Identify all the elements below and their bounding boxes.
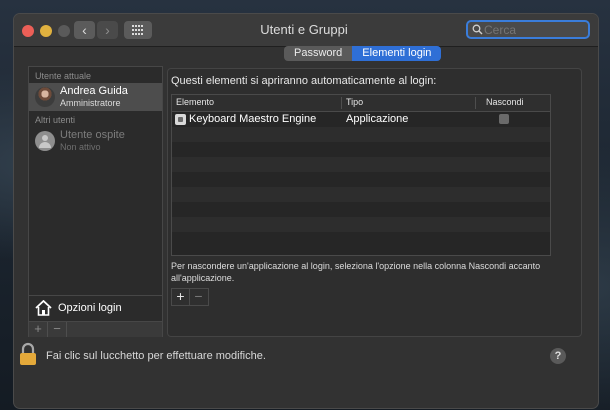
remove-login-item-button[interactable]: − (190, 289, 207, 305)
remove-user-button[interactable]: − (48, 322, 67, 337)
login-items-toolbar: + − (171, 288, 209, 306)
tab-login-items[interactable]: Elementi login (352, 46, 442, 61)
login-items-table: Elemento Tipo Nascondi Keyboard Maestro … (171, 94, 551, 256)
house-icon (35, 300, 52, 316)
add-login-item-button[interactable]: + (172, 289, 190, 305)
table-row[interactable]: Keyboard Maestro Engine Applicazione (172, 112, 550, 127)
table-header: Elemento Tipo Nascondi (172, 95, 550, 112)
user-name: Andrea Guida (60, 85, 128, 97)
current-user-header: Utente attuale (35, 71, 92, 81)
empty-row (172, 172, 550, 187)
user-row-guest[interactable]: Utente ospite Non attivo (29, 127, 162, 155)
column-header-item[interactable]: Elemento (176, 97, 214, 107)
item-name: Keyboard Maestro Engine (189, 113, 317, 125)
empty-row (172, 127, 550, 142)
avatar (35, 87, 55, 107)
grid-icon (132, 25, 143, 35)
lock-instructions: Fai clic sul lucchetto per effettuare mo… (46, 350, 266, 362)
empty-row (172, 232, 550, 247)
empty-row (172, 217, 550, 232)
tab-password[interactable]: Password (284, 46, 353, 61)
column-divider (341, 97, 342, 109)
help-button[interactable]: ? (550, 348, 566, 364)
item-type: Applicazione (346, 113, 409, 125)
user-list-toolbar: + − (29, 321, 162, 337)
login-items-intro: Questi elementi si apriranno automaticam… (171, 75, 437, 87)
search-field[interactable] (466, 20, 590, 39)
column-divider (475, 97, 476, 109)
titlebar: ‹ › Utenti e Gruppi (14, 14, 598, 47)
lock-icon[interactable] (18, 342, 38, 366)
user-row-andrea-guida[interactable]: Andrea Guida Amministratore (29, 83, 162, 111)
tab-bar: Password Elementi login (284, 46, 442, 61)
hide-checkbox[interactable] (499, 114, 509, 124)
user-role: Amministratore (60, 98, 121, 108)
user-role: Non attivo (60, 142, 101, 152)
hide-hint-text: Per nascondere un'applicazione al login,… (171, 261, 541, 283)
guest-user-icon (35, 131, 55, 151)
zoom-window-button[interactable] (58, 25, 70, 37)
login-options-item[interactable]: Opzioni login (29, 295, 162, 322)
window-title: Utenti e Gruppi (260, 22, 348, 37)
close-window-button[interactable] (22, 25, 34, 37)
column-header-type[interactable]: Tipo (346, 97, 363, 107)
app-icon (175, 114, 186, 125)
user-list: Utente attuale Andrea Guida Amministrato… (28, 66, 163, 337)
column-header-hide[interactable]: Nascondi (486, 97, 524, 107)
empty-row (172, 142, 550, 157)
chevron-left-icon: ‹ (82, 22, 87, 38)
empty-row (172, 202, 550, 217)
search-input[interactable] (484, 22, 584, 37)
empty-row (172, 157, 550, 172)
show-all-button[interactable] (124, 21, 152, 39)
add-user-button[interactable]: + (29, 322, 48, 337)
login-options-label: Opzioni login (58, 302, 122, 314)
search-icon (472, 24, 483, 35)
forward-button[interactable]: › (97, 21, 118, 39)
minimize-window-button[interactable] (40, 25, 52, 37)
back-button[interactable]: ‹ (74, 21, 95, 39)
other-users-header: Altri utenti (35, 115, 76, 125)
empty-row (172, 187, 550, 202)
chevron-right-icon: › (105, 22, 110, 38)
user-name: Utente ospite (60, 129, 125, 141)
